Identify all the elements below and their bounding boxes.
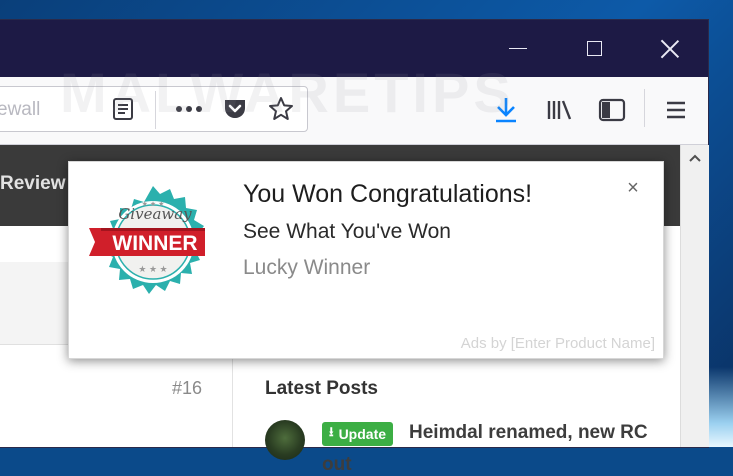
sidebar-icon bbox=[598, 98, 626, 122]
pocket-icon bbox=[225, 100, 245, 118]
maximize-icon bbox=[586, 41, 602, 56]
browser-toolbar: ewall bbox=[0, 77, 708, 145]
close-window-button[interactable] bbox=[642, 20, 698, 77]
menu-button[interactable] bbox=[663, 97, 689, 123]
hamburger-menu-icon bbox=[667, 101, 685, 119]
update-badge: ⭳ Update bbox=[322, 422, 394, 446]
url-text: ewall bbox=[0, 99, 41, 120]
notification-subtitle: Lucky Winner bbox=[243, 256, 371, 279]
notification-close-button[interactable]: × bbox=[623, 178, 643, 198]
notification-body: See What You've Won bbox=[243, 220, 451, 243]
minimize-button[interactable] bbox=[490, 20, 546, 77]
latest-post-title[interactable]: Heimdal renamed, new RC bbox=[409, 422, 648, 444]
page-scrollbar[interactable] bbox=[680, 145, 709, 447]
downloads-button[interactable] bbox=[492, 95, 520, 125]
reader-view-button[interactable] bbox=[110, 96, 136, 122]
latest-post-title-continued[interactable]: out bbox=[322, 454, 352, 476]
reader-view-icon bbox=[113, 98, 133, 120]
update-badge-label: Update bbox=[338, 426, 387, 442]
svg-text:★ ★ ★: ★ ★ ★ bbox=[138, 264, 167, 274]
download-small-icon: ⭳ bbox=[329, 424, 334, 439]
giveaway-winner-badge-icon: Giveaway WINNER ★ ★ ★ ★ ★ ★ bbox=[89, 186, 205, 294]
scroll-up-button[interactable] bbox=[681, 145, 709, 171]
minimize-icon bbox=[509, 48, 527, 49]
urlbar-separator bbox=[155, 91, 156, 129]
library-button[interactable] bbox=[544, 97, 574, 123]
toolbar-separator bbox=[644, 89, 645, 127]
sidebar-toggle-button[interactable] bbox=[597, 97, 627, 123]
svg-text:★ ★ ★: ★ ★ ★ bbox=[142, 200, 165, 208]
pocket-button[interactable] bbox=[221, 96, 249, 122]
library-icon bbox=[547, 100, 572, 120]
latest-posts-heading: Latest Posts bbox=[265, 378, 378, 399]
bookmark-star-button[interactable] bbox=[267, 95, 295, 123]
notification-title: You Won Congratulations! bbox=[243, 180, 533, 208]
title-bar bbox=[0, 20, 708, 77]
more-dots-icon bbox=[176, 106, 202, 112]
winner-notification[interactable]: Giveaway WINNER ★ ★ ★ ★ ★ ★ You Won Cong… bbox=[68, 161, 664, 359]
download-arrow-icon bbox=[496, 98, 516, 123]
star-icon bbox=[269, 97, 293, 120]
nav-review-link[interactable]: Review bbox=[0, 173, 65, 195]
address-bar[interactable]: ewall bbox=[0, 86, 308, 132]
ads-by-label: Ads by [Enter Product Name] bbox=[460, 335, 655, 352]
svg-text:WINNER: WINNER bbox=[112, 232, 197, 255]
avatar[interactable] bbox=[265, 420, 305, 460]
post-number[interactable]: #16 bbox=[172, 378, 202, 399]
maximize-button[interactable] bbox=[566, 20, 622, 77]
close-icon bbox=[660, 39, 680, 59]
chevron-up-icon bbox=[689, 154, 701, 162]
page-actions-button[interactable] bbox=[173, 97, 205, 121]
